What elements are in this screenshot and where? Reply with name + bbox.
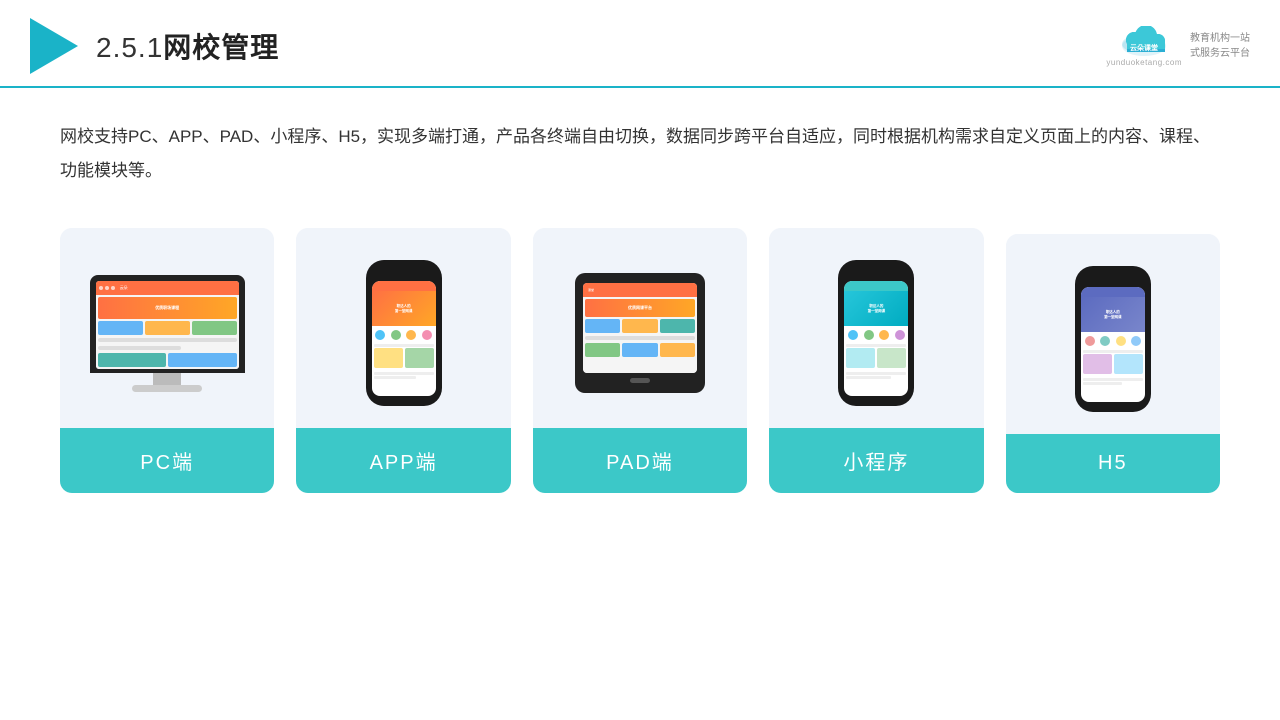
card-pad-label: PAD端 — [533, 428, 747, 493]
description-text: 网校支持PC、APP、PAD、小程序、H5，实现多端打通，产品各终端自由切换，数… — [60, 120, 1220, 188]
card-h5: 职达人的第一堂网课 — [1006, 234, 1220, 493]
phone-outer-h5: 职达人的第一堂网课 — [1075, 266, 1151, 412]
phone-notch — [393, 270, 415, 276]
play-icon — [30, 18, 78, 74]
page-title: 2.5.1网校管理 — [96, 26, 279, 66]
phone-notch-mini — [865, 270, 887, 276]
pc-stand — [153, 373, 181, 385]
header-right: 云朵课堂 yunduoketang.com 教育机构一站式服务云平台 — [1106, 26, 1250, 67]
section-number: 2.5.1 — [96, 32, 163, 63]
title-text: 网校管理 — [163, 32, 279, 63]
pc-mockup: 云朵 优质职场课程 — [90, 275, 245, 392]
card-app-image: 职达人的第一堂网课 — [296, 228, 510, 428]
card-pad-image: 课堂 优质网课平台 — [533, 228, 747, 428]
phone-mockup-app: 职达人的第一堂网课 — [366, 260, 442, 406]
phone-notch-h5 — [1102, 276, 1124, 282]
card-miniprogram-image: 职达人的第一堂网课 — [769, 228, 983, 428]
phone-screen-h5: 职达人的第一堂网课 — [1081, 287, 1145, 402]
tablet-screen: 课堂 优质网课平台 — [583, 283, 697, 373]
tablet-outer: 课堂 优质网课平台 — [575, 273, 705, 393]
brand-tagline: 教育机构一站式服务云平台 — [1190, 31, 1250, 61]
svg-text:云朵课堂: 云朵课堂 — [1130, 43, 1158, 52]
platform-cards: 云朵 优质职场课程 — [60, 228, 1220, 493]
card-app-label: APP端 — [296, 428, 510, 493]
card-pc: 云朵 优质职场课程 — [60, 228, 274, 493]
phone-mockup-h5: 职达人的第一堂网课 — [1075, 266, 1151, 412]
header: 2.5.1网校管理 云朵课堂 yunduoketang.com — [0, 0, 1280, 88]
phone-screen-mini: 职达人的第一堂网课 — [844, 281, 908, 396]
header-left: 2.5.1网校管理 — [30, 18, 279, 74]
card-pc-image: 云朵 优质职场课程 — [60, 228, 274, 428]
card-pad: 课堂 优质网课平台 — [533, 228, 747, 493]
tablet-home-btn — [630, 378, 650, 383]
phone-screen-app: 职达人的第一堂网课 — [372, 281, 436, 396]
pc-screen-outer: 云朵 优质职场课程 — [90, 275, 245, 373]
card-pc-label: PC端 — [60, 428, 274, 493]
phone-outer-app: 职达人的第一堂网课 — [366, 260, 442, 406]
phone-outer-mini: 职达人的第一堂网课 — [838, 260, 914, 406]
card-h5-image: 职达人的第一堂网课 — [1006, 234, 1220, 434]
card-app: 职达人的第一堂网课 — [296, 228, 510, 493]
pc-base — [132, 385, 202, 392]
brand-logo: 云朵课堂 yunduoketang.com — [1106, 26, 1182, 67]
phone-mockup-mini: 职达人的第一堂网课 — [838, 260, 914, 406]
pc-screen-inner: 云朵 优质职场课程 — [96, 281, 239, 369]
card-h5-label: H5 — [1006, 434, 1220, 493]
card-miniprogram: 职达人的第一堂网课 — [769, 228, 983, 493]
cloud-icon: 云朵课堂 — [1114, 26, 1174, 58]
brand-domain: yunduoketang.com — [1106, 58, 1182, 67]
tablet-mockup: 课堂 优质网课平台 — [575, 273, 705, 393]
card-miniprogram-label: 小程序 — [769, 428, 983, 493]
main-content: 网校支持PC、APP、PAD、小程序、H5，实现多端打通，产品各终端自由切换，数… — [0, 88, 1280, 513]
